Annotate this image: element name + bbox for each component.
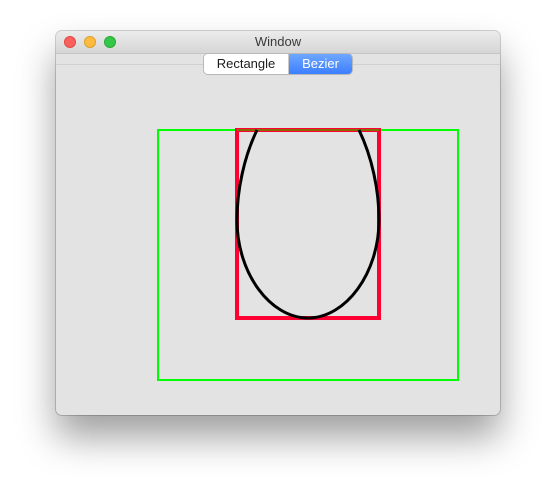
title-bar[interactable]: Window: [56, 31, 500, 54]
desktop-background: Window Rectangle Bezier: [0, 0, 556, 496]
drawing-canvas: [157, 128, 459, 381]
window-title: Window: [254, 34, 302, 49]
bezier-curve: [235, 129, 381, 320]
app-window: Window Rectangle Bezier: [56, 31, 500, 415]
outer-bounding-rectangle: [157, 129, 459, 381]
